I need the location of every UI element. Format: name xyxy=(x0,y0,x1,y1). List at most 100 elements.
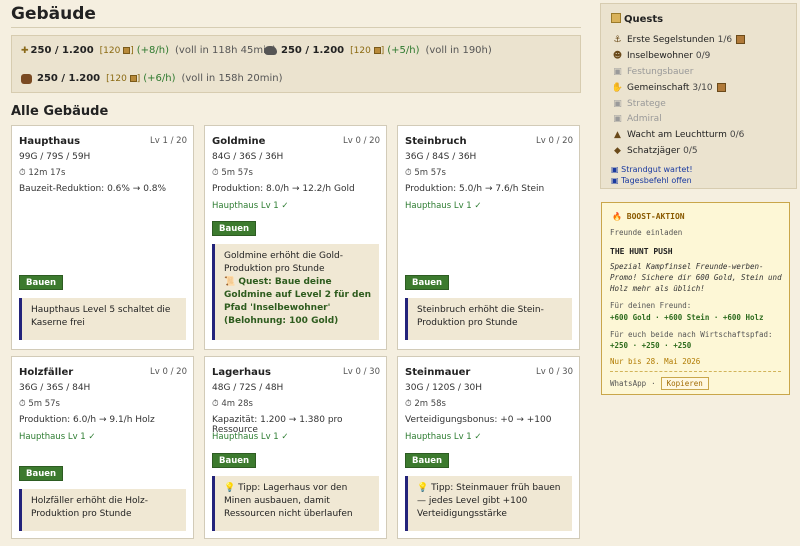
resource-full: (voll in 190h) xyxy=(425,45,492,56)
section-title: Alle Gebäude xyxy=(11,104,109,119)
page-title: Gebäude xyxy=(11,4,96,24)
quest-label: Wacht am Leuchtturm xyxy=(627,130,727,141)
copy-button[interactable]: Kopieren xyxy=(660,377,709,390)
quests-panel: Quests ⚓ Erste Segelstunden 1/6 ☻ Inselbewoh… xyxy=(600,3,797,189)
build-time: ⏱ 5m 57s xyxy=(212,168,253,178)
build-button[interactable]: Bauen xyxy=(19,466,64,481)
building-cost: 84G / 36S / 36H xyxy=(212,152,284,162)
share-row: WhatsApp · Kopieren xyxy=(610,377,709,390)
boost-divider xyxy=(610,371,781,372)
quest-label: Stratege xyxy=(627,98,666,109)
boost-panel: 🔥 BOOST-AKTION Freunde einladen THE HUNT… xyxy=(601,202,790,395)
building-name: Holzfäller xyxy=(19,367,74,378)
building-cost: 48G / 72S / 48H xyxy=(212,383,284,393)
whatsapp-link[interactable]: WhatsApp xyxy=(610,379,646,388)
build-button[interactable]: Bauen xyxy=(405,275,450,290)
quest-label: Schatzjäger xyxy=(627,146,681,157)
build-button[interactable]: Bauen xyxy=(405,453,450,468)
building-level: Lv 0 / 30 xyxy=(536,367,573,377)
box-icon xyxy=(123,46,131,54)
build-button[interactable]: Bauen xyxy=(19,275,64,290)
building-card-steinmauer: Steinmauer Lv 0 / 30 30G / 120S / 30H ⏱ … xyxy=(397,356,580,539)
quest-item[interactable]: ⚓ Erste Segelstunden 1/6 xyxy=(611,32,791,48)
scroll-icon: 📜 xyxy=(224,277,236,288)
resource-rate: (+6/h) xyxy=(143,73,176,84)
building-level: Lv 1 / 20 xyxy=(150,136,187,146)
quest-item[interactable]: ◆ Schatzjäger 0/5 xyxy=(611,143,791,159)
building-level: Lv 0 / 20 xyxy=(343,136,380,146)
person-icon: ☻ xyxy=(612,50,623,61)
orders-icon: ▣ xyxy=(611,175,619,185)
quest-item[interactable]: ▣ Stratege xyxy=(611,96,791,112)
quest-item[interactable]: ▣ Admiral xyxy=(611,111,791,127)
resource-full: (voll in 158h 20min) xyxy=(181,73,283,84)
quest-links: ▣ Strandgut wartet! ▣ Tagesbefehl offen xyxy=(611,165,693,187)
build-button[interactable]: Bauen xyxy=(212,453,257,468)
build-button[interactable]: Bauen xyxy=(212,221,257,236)
quest-item[interactable]: ▲ Wacht am Leuchtturm 0/6 xyxy=(611,127,791,143)
resource-gold: ✚ 250 / 1.200 [120 ] (+8/h) (voll in 118… xyxy=(21,45,276,56)
boost-deadline: Nur bis 28. Mai 2026 xyxy=(610,357,701,366)
building-effect: Produktion: 6.0/h → 9.1/h Holz xyxy=(19,415,155,425)
resource-rate: (+8/h) xyxy=(136,45,170,56)
handshake-icon: ✋ xyxy=(611,82,624,93)
building-card-steinbruch: Steinbruch Lv 0 / 20 36G / 84S / 36H ⏱ 5… xyxy=(397,125,580,350)
building-level: Lv 0 / 20 xyxy=(150,367,187,377)
both-reward: +250 · +250 · +250 xyxy=(610,341,692,350)
building-cost: 99G / 79S / 59H xyxy=(19,152,91,162)
building-name: Steinbruch xyxy=(405,136,467,147)
lighthouse-icon: ▲ xyxy=(614,130,621,141)
quest-label: Festungsbauer xyxy=(627,66,694,77)
wood-icon xyxy=(21,73,32,84)
box-icon xyxy=(373,46,381,54)
quest-item[interactable]: ▣ Festungsbauer xyxy=(611,64,791,80)
resource-amount: 250 / 1.200 xyxy=(30,45,94,56)
reward-chest-icon xyxy=(716,83,726,93)
resource-stone: 250 / 1.200 [120 ] (+5/h) (voll in 190h) xyxy=(264,45,492,56)
building-effect: Produktion: 8.0/h → 12.2/h Gold xyxy=(212,184,355,194)
resource-cap: [120 ] xyxy=(106,73,141,84)
tagesbefehl-link[interactable]: ▣ Tagesbefehl offen xyxy=(611,176,693,187)
building-name: Lagerhaus xyxy=(212,367,271,378)
clock-icon: ⏱ xyxy=(405,399,412,409)
scroll-icon xyxy=(611,13,621,23)
quest-label: Erste Segelstunden xyxy=(627,34,715,45)
quest-hint: 📜 Quest: Baue deine Goldmine auf Level 2… xyxy=(224,277,372,327)
building-note: Steinbruch erhöht die Stein-Produktion p… xyxy=(405,298,572,340)
quest-item[interactable]: ☻ Inselbewohner 0/9 xyxy=(611,48,791,64)
quest-item[interactable]: ✋ Gemeinschaft 3/10 xyxy=(611,80,791,96)
building-requirement: Haupthaus Lv 1 ✓ xyxy=(405,432,482,442)
building-card-lagerhaus: Lagerhaus Lv 0 / 30 48G / 72S / 48H ⏱ 4m… xyxy=(204,356,387,539)
friend-reward: +600 Gold · +600 Stein · +600 Holz xyxy=(610,313,764,322)
building-note: Haupthaus Level 5 schaltet die Kaserne f… xyxy=(19,298,186,340)
building-card-goldmine: Goldmine Lv 0 / 20 84G / 36S / 36H ⏱ 5m … xyxy=(204,125,387,350)
building-requirement: Haupthaus Lv 1 ✓ xyxy=(212,432,289,442)
both-reward-label: Für euch beide nach Wirtschaftspfad: xyxy=(610,330,773,339)
resource-cap: [120 ] xyxy=(350,45,385,56)
strandgut-link[interactable]: ▣ Strandgut wartet! xyxy=(611,165,693,176)
resource-amount: 250 / 1.200 xyxy=(37,73,101,84)
resource-panel: ✚ 250 / 1.200 [120 ] (+8/h) (voll in 118… xyxy=(11,35,581,93)
build-time: ⏱ 5m 57s xyxy=(19,399,60,409)
boost-title: 🔥 BOOST-AKTION xyxy=(612,212,685,221)
building-note: Goldmine erhöht die Gold-Produktion pro … xyxy=(212,244,379,340)
quest-progress: 0/6 xyxy=(729,130,745,141)
clock-icon: ⏱ xyxy=(212,168,219,178)
lightbulb-icon: 💡 xyxy=(417,483,429,493)
building-requirement: Haupthaus Lv 1 ✓ xyxy=(19,432,96,442)
clock-icon: ⏱ xyxy=(405,168,412,178)
boost-subtitle: Freunde einladen xyxy=(610,228,683,237)
building-note: 💡 Tipp: Steinmauer früh bauen — jedes Le… xyxy=(405,476,572,531)
clock-icon: ⏱ xyxy=(19,399,26,409)
building-name: Haupthaus xyxy=(19,136,81,147)
building-note: 💡 Tipp: Lagerhaus vor den Minen ausbauen… xyxy=(212,476,379,531)
building-level: Lv 0 / 30 xyxy=(343,367,380,377)
building-card-haupthaus: Haupthaus Lv 1 / 20 99G / 79S / 59H ⏱ 12… xyxy=(11,125,194,350)
friend-reward-label: Für deinen Freund: xyxy=(610,301,692,310)
box-icon xyxy=(129,74,137,82)
quest-label: Gemeinschaft xyxy=(627,82,690,93)
clock-icon: ⏱ xyxy=(212,399,219,409)
clock-icon: ⏱ xyxy=(19,168,26,178)
title-divider xyxy=(11,27,581,28)
anchor-icon: ⚓ xyxy=(613,34,622,45)
